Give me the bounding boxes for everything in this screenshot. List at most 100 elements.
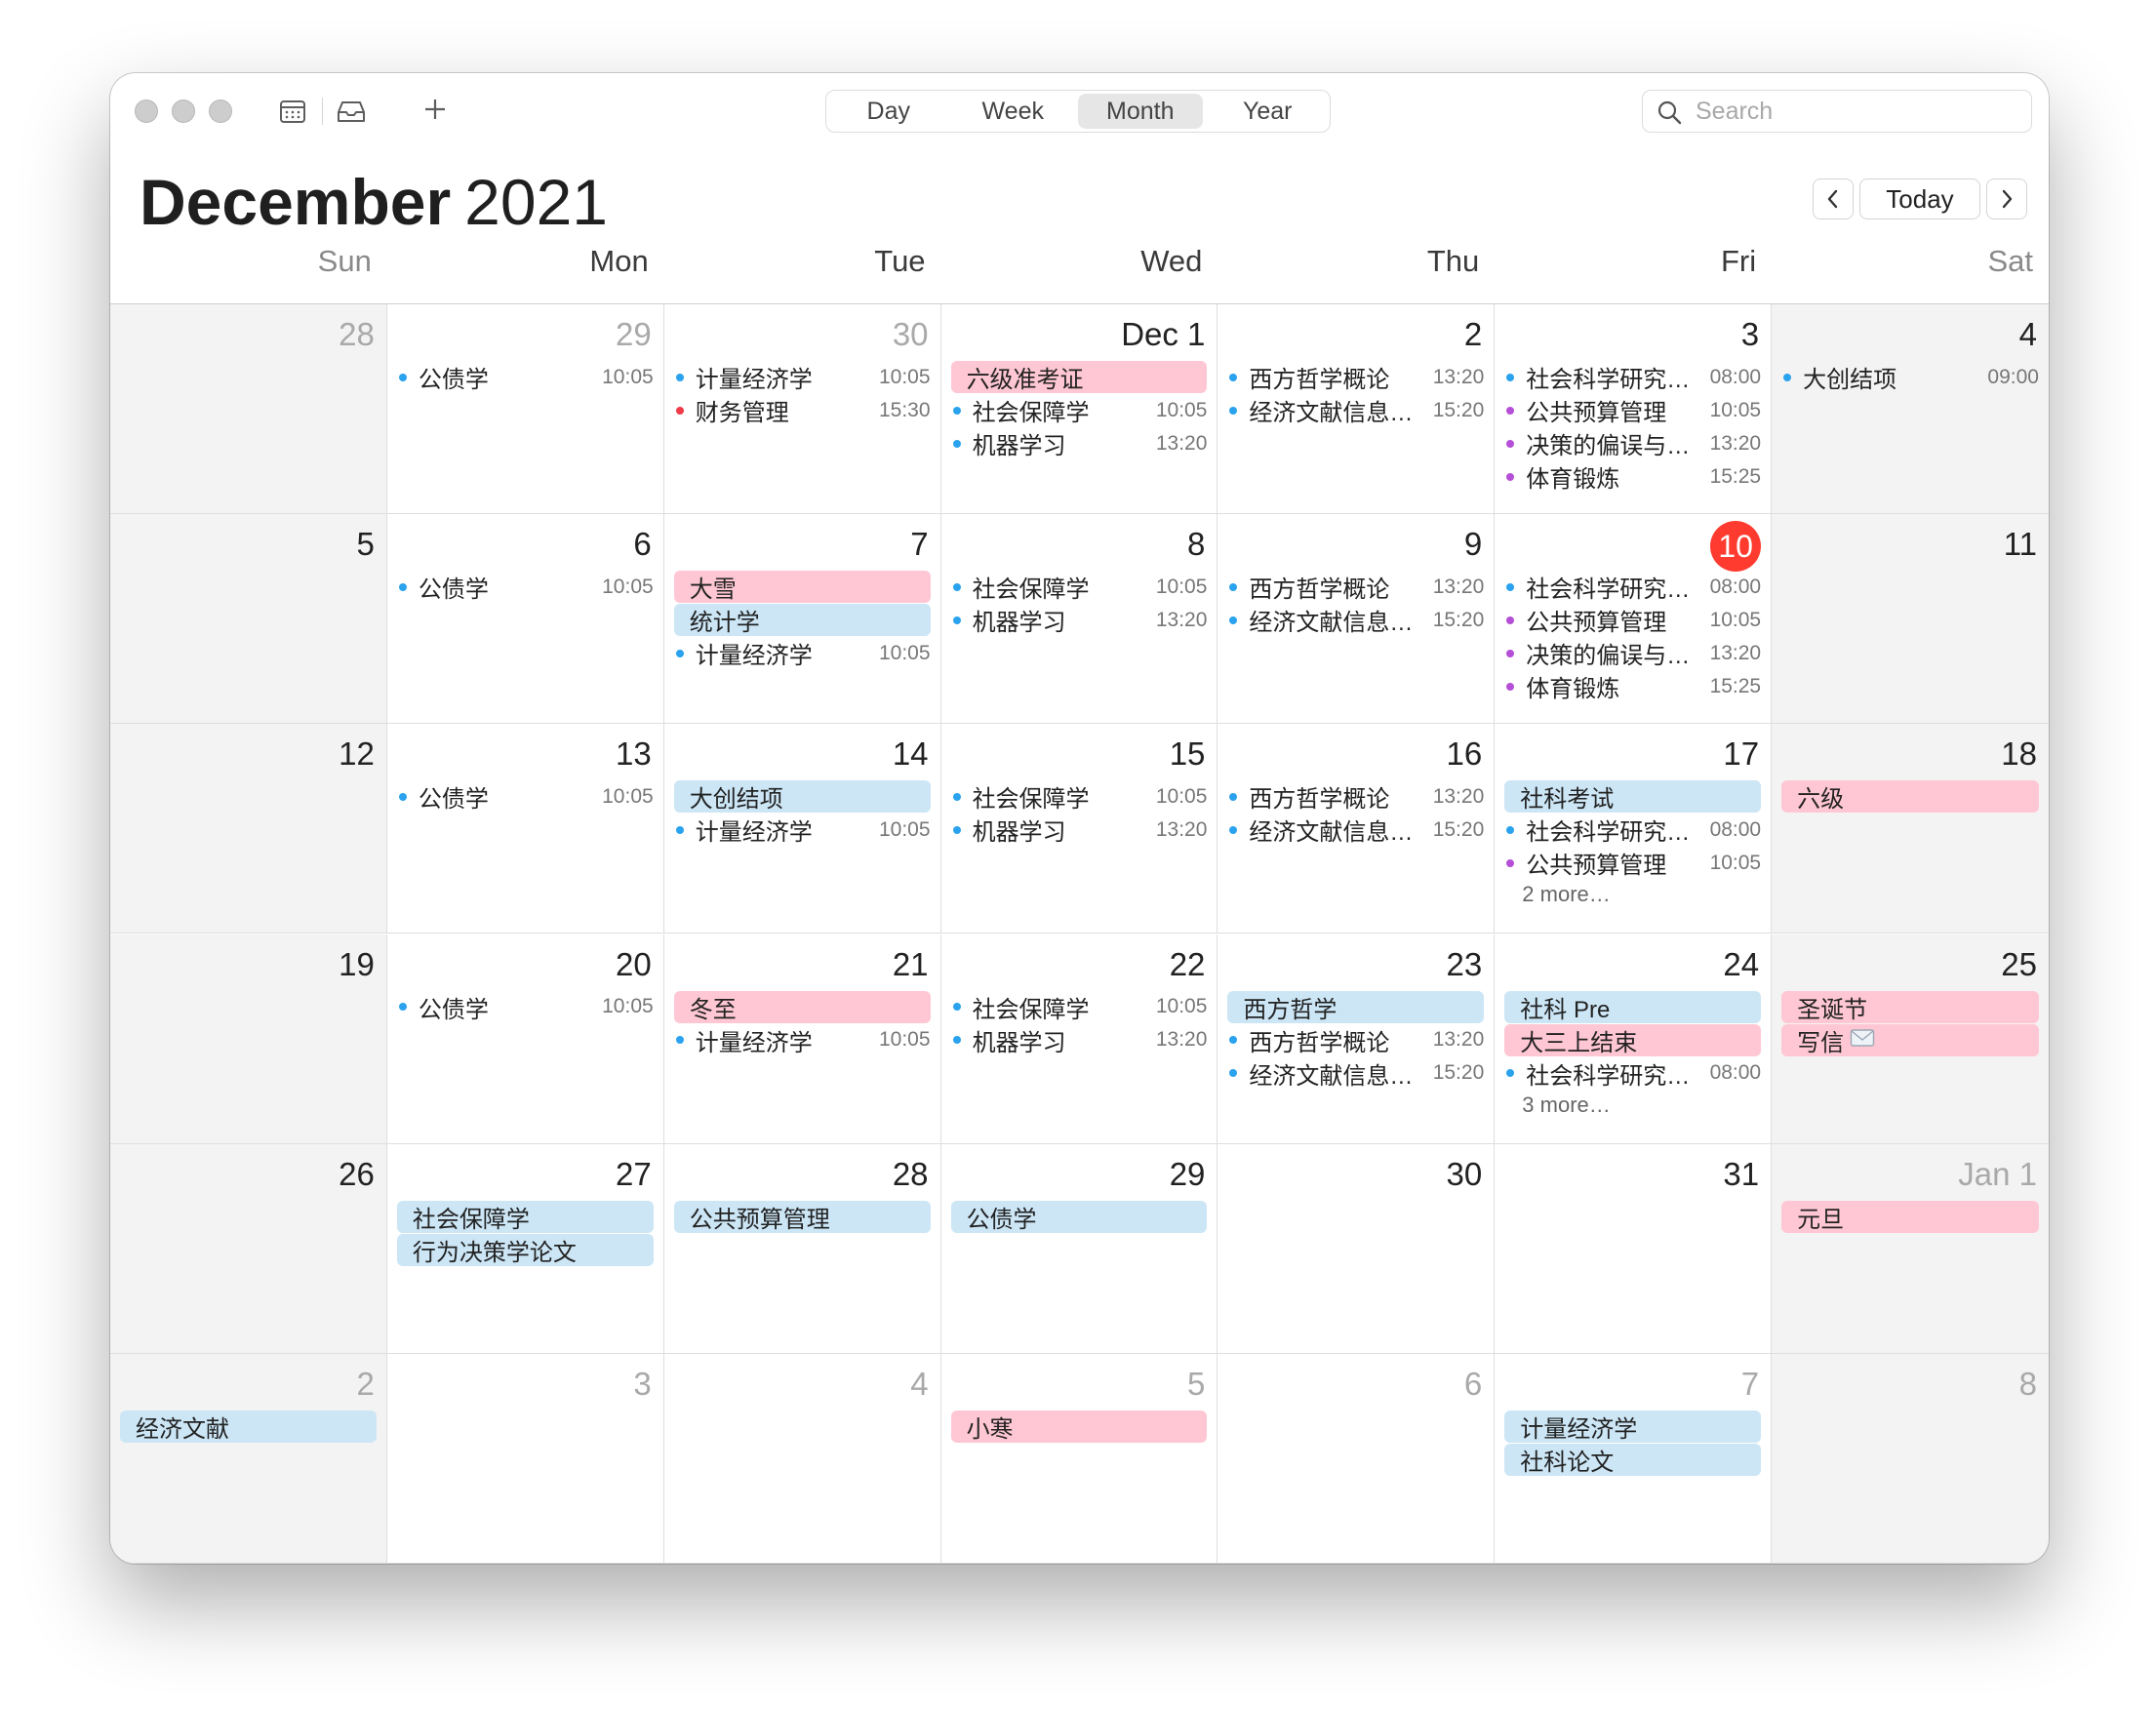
day-cell[interactable]: 17 社科考试 社会科学研究… 08:00 公共预算管理 10:05 2 more… — [1495, 724, 1773, 934]
timed-event[interactable]: 大创结项 09:00 — [1781, 361, 2039, 393]
timed-event[interactable]: 经济文献信息… 15:20 — [1227, 814, 1484, 846]
day-cell[interactable]: 6 — [1218, 1353, 1496, 1564]
day-cell[interactable]: 9 西方哲学概论 13:20 经济文献信息… 15:20 — [1218, 514, 1496, 725]
day-cell[interactable]: 2 经济文献 — [110, 1353, 387, 1564]
timed-event[interactable]: 机器学习 13:20 — [951, 427, 1207, 459]
day-cell[interactable]: 2 西方哲学概论 13:20 经济文献信息… 15:20 — [1218, 304, 1496, 515]
day-cell[interactable]: 27 社会保障学 行为决策学论文 — [386, 1143, 664, 1354]
timed-event[interactable]: 决策的偏误与… 13:20 — [1504, 637, 1761, 669]
next-month-button[interactable] — [1986, 179, 2027, 219]
day-cell[interactable]: 20 公债学 10:05 — [386, 934, 664, 1144]
day-cell[interactable]: 16 西方哲学概论 13:20 经济文献信息… 15:20 — [1218, 724, 1496, 934]
timed-event[interactable]: 机器学习 13:20 — [951, 1024, 1207, 1056]
tab-week[interactable]: Week — [951, 91, 1076, 132]
day-cell[interactable]: 5 小寒 — [940, 1353, 1218, 1564]
day-cell[interactable]: 23 西方哲学 西方哲学概论 13:20 经济文献信息… 15:20 — [1218, 934, 1496, 1144]
timed-event[interactable]: 体育锻炼 15:25 — [1504, 670, 1761, 702]
plus-icon[interactable] — [420, 95, 450, 124]
day-cell[interactable]: 4 大创结项 09:00 — [1772, 304, 2049, 515]
all-day-event[interactable]: 圣诞节 — [1781, 990, 2039, 1023]
day-cell[interactable]: 4 — [663, 1353, 941, 1564]
timed-event[interactable]: 西方哲学概论 13:20 — [1227, 361, 1484, 393]
search-input[interactable] — [1694, 96, 2010, 127]
inbox-icon[interactable] — [336, 97, 367, 126]
timed-event[interactable]: 西方哲学概论 13:20 — [1227, 571, 1484, 603]
calendar-list-icon[interactable] — [278, 97, 307, 126]
more-events-link[interactable]: 2 more… — [1522, 882, 1610, 907]
day-cell[interactable]: Dec 1 六级准考证 社会保障学 10:05 机器学习 13:20 — [940, 304, 1218, 515]
all-day-event[interactable]: 社会保障学 — [396, 1200, 654, 1233]
day-cell[interactable]: 8 社会保障学 10:05 机器学习 13:20 — [940, 514, 1218, 725]
day-cell[interactable]: 22 社会保障学 10:05 机器学习 13:20 — [940, 934, 1218, 1144]
timed-event[interactable]: 社会科学研究… 08:00 — [1504, 814, 1761, 846]
timed-event[interactable]: 经济文献信息… 15:20 — [1227, 1057, 1484, 1090]
day-cell[interactable]: 25 圣诞节 写信 — [1772, 934, 2049, 1144]
day-cell[interactable]: 11 — [1772, 514, 2049, 725]
timed-event[interactable]: 社会保障学 10:05 — [951, 571, 1207, 603]
all-day-event[interactable]: 元旦 — [1781, 1200, 2039, 1233]
all-day-event[interactable]: 大创结项 — [673, 780, 931, 814]
timed-event[interactable]: 机器学习 13:20 — [951, 814, 1207, 846]
all-day-event[interactable]: 统计学 — [673, 604, 931, 637]
timed-event[interactable]: 西方哲学概论 13:20 — [1227, 1024, 1484, 1056]
day-cell[interactable]: 8 — [1772, 1353, 2049, 1564]
day-cell[interactable]: 3 社会科学研究… 08:00 公共预算管理 10:05 决策的偏误与… 13:20 体育锻炼… — [1495, 304, 1773, 515]
timed-event[interactable]: 公债学 10:05 — [397, 991, 654, 1023]
all-day-event[interactable]: 冬至 — [673, 990, 931, 1023]
timed-event[interactable]: 计量经济学 10:05 — [674, 637, 931, 669]
day-cell[interactable]: 19 — [110, 934, 387, 1144]
all-day-event[interactable]: 小寒 — [950, 1410, 1208, 1443]
all-day-event[interactable]: 西方哲学 — [1227, 990, 1485, 1023]
tab-month[interactable]: Month — [1078, 94, 1203, 129]
all-day-event[interactable]: 公共预算管理 — [673, 1200, 931, 1233]
timed-event[interactable]: 社会科学研究… 08:00 — [1504, 361, 1761, 393]
day-cell[interactable]: 13 公债学 10:05 — [386, 724, 664, 934]
timed-event[interactable]: 体育锻炼 15:25 — [1504, 460, 1761, 493]
day-cell[interactable]: 6 公债学 10:05 — [386, 514, 664, 725]
day-cell[interactable]: 5 — [110, 514, 387, 725]
all-day-event[interactable]: 行为决策学论文 — [396, 1233, 654, 1266]
day-cell[interactable]: 10 社会科学研究… 08:00 公共预算管理 10:05 决策的偏误与… 13:20 体育锻… — [1495, 514, 1773, 725]
timed-event[interactable]: 公债学 10:05 — [397, 571, 654, 603]
timed-event[interactable]: 社会保障学 10:05 — [951, 991, 1207, 1023]
close-window-button[interactable] — [135, 99, 158, 123]
all-day-event[interactable]: 六级准考证 — [950, 361, 1208, 393]
timed-event[interactable]: 计量经济学 10:05 — [674, 361, 931, 393]
tab-year[interactable]: Year — [1206, 91, 1331, 132]
all-day-event[interactable]: 公债学 — [950, 1200, 1208, 1233]
all-day-event[interactable]: 大雪 — [673, 571, 931, 604]
all-day-event[interactable]: 社科考试 — [1504, 780, 1762, 814]
day-cell[interactable]: 29 公债学 10:05 — [386, 304, 664, 515]
timed-event[interactable]: 经济文献信息… 15:20 — [1227, 604, 1484, 636]
all-day-event[interactable]: 六级 — [1781, 780, 2039, 814]
day-cell[interactable]: 30 — [1218, 1143, 1496, 1354]
day-cell[interactable]: 30 计量经济学 10:05 财务管理 15:30 — [663, 304, 941, 515]
day-cell[interactable]: 3 — [386, 1353, 664, 1564]
timed-event[interactable]: 公共预算管理 10:05 — [1504, 394, 1761, 426]
day-cell[interactable]: 14 大创结项 计量经济学 10:05 — [663, 724, 941, 934]
day-cell[interactable]: 26 — [110, 1143, 387, 1354]
more-events-link[interactable]: 3 more… — [1522, 1093, 1610, 1118]
timed-event[interactable]: 社会科学研究… 08:00 — [1504, 571, 1761, 603]
day-cell[interactable]: 12 — [110, 724, 387, 934]
timed-event[interactable]: 计量经济学 10:05 — [674, 1024, 931, 1056]
timed-event[interactable]: 决策的偏误与… 13:20 — [1504, 427, 1761, 459]
timed-event[interactable]: 计量经济学 10:05 — [674, 814, 931, 846]
minimize-window-button[interactable] — [172, 99, 195, 123]
timed-event[interactable]: 公共预算管理 10:05 — [1504, 847, 1761, 879]
timed-event[interactable]: 公债学 10:05 — [397, 780, 654, 813]
day-cell[interactable]: 21 冬至 计量经济学 10:05 — [663, 934, 941, 1144]
all-day-event[interactable]: 计量经济学 — [1504, 1410, 1762, 1443]
tab-day[interactable]: Day — [826, 91, 951, 132]
timed-event[interactable]: 机器学习 13:20 — [951, 604, 1207, 636]
day-cell[interactable]: 24 社科 Pre 大三上结束 社会科学研究… 08:00 3 more… — [1495, 934, 1773, 1144]
day-cell[interactable]: 7 计量经济学 社科论文 — [1495, 1353, 1773, 1564]
day-cell[interactable]: Jan 1 元旦 — [1772, 1143, 2049, 1354]
timed-event[interactable]: 财务管理 15:30 — [674, 394, 931, 426]
timed-event[interactable]: 公债学 10:05 — [397, 361, 654, 393]
all-day-event[interactable]: 社科 Pre — [1504, 990, 1762, 1023]
all-day-event[interactable]: 大三上结束 — [1504, 1023, 1762, 1056]
day-cell[interactable]: 31 — [1495, 1143, 1773, 1354]
timed-event[interactable]: 社会科学研究… 08:00 — [1504, 1057, 1761, 1090]
day-cell[interactable]: 7 大雪 统计学 计量经济学 10:05 — [663, 514, 941, 725]
